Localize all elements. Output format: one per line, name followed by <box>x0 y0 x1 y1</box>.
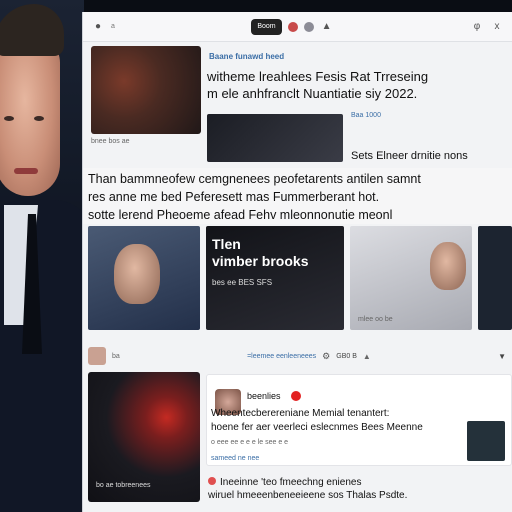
post-image[interactable] <box>467 421 505 461</box>
featured-dark-thumbnail[interactable] <box>207 114 343 162</box>
post-author[interactable]: beenlies <box>247 391 281 401</box>
card-3-face <box>430 242 466 290</box>
close-icon[interactable]: x <box>490 21 504 32</box>
feed-label: ba <box>112 352 120 360</box>
up-arrow-icon[interactable]: ▲ <box>320 21 334 32</box>
post-body: Wheentecberereniane Memial tenantert: ho… <box>211 408 423 433</box>
featured-source[interactable]: Baane funawd heed <box>209 52 284 61</box>
feed-up-icon[interactable]: ▲ <box>363 352 371 361</box>
feed-toolbar: ba =leemee eenleeneees ⚙ GB0 B ▲ ▼ <box>88 346 512 366</box>
phi-icon[interactable]: φ <box>470 21 484 32</box>
featured-side-text[interactable]: Sets Elneer drnitie nons <box>351 150 511 162</box>
card-2-subtitle: bes ee BES SFS <box>212 278 273 287</box>
lower-left-caption: bo ae tobreenees <box>96 482 151 489</box>
lower-left-card[interactable]: bo ae tobreenees <box>88 372 200 502</box>
card-portrait-3[interactable]: mlee oo be <box>350 226 472 330</box>
article-paragraph: Than bammneofew cemgnenees peofetarents … <box>88 170 512 224</box>
portrait-hair <box>0 4 64 56</box>
card-3-caption: mlee oo be <box>358 316 393 323</box>
footer-line-2[interactable]: wiruel hmeeenbeneeieene sos Thalas Psdte… <box>208 489 512 502</box>
feed-right-text[interactable]: GB0 B <box>336 353 357 360</box>
card-2-title: Tlen vimber brooks <box>212 236 309 269</box>
portrait-eye-left <box>4 116 14 121</box>
footer-text: Ineeinne 'teo fmeechng enienes wiruel hm… <box>208 476 512 502</box>
post-meta: o eee ee e e e le see e e <box>211 439 289 446</box>
toolbar-pill-button[interactable]: Boom <box>251 18 282 35</box>
portrait-photo <box>0 0 84 512</box>
featured-thumb-caption: bnee bos ae <box>91 138 130 145</box>
live-dot-icon <box>291 391 301 401</box>
toolbar-title: a <box>111 23 115 30</box>
footer-line-1-text: Ineeinne 'teo fmeechng enienes <box>220 477 362 488</box>
footer-dot-icon <box>208 477 216 485</box>
featured-headline[interactable]: witheme lreahlees Fesis Rat Trreseing m … <box>207 68 507 102</box>
gray-dot-icon[interactable] <box>303 21 314 32</box>
feed-settings-icon[interactable]: ⚙ <box>322 351 330 362</box>
post-card[interactable]: beenlies Wheentecberereniane Memial tena… <box>206 374 512 466</box>
post-date: sameed ne nee <box>211 455 260 462</box>
profile-icon[interactable]: ● <box>91 21 105 32</box>
card-row: Tlen vimber brooks bes ee BES SFS mlee o… <box>88 226 512 330</box>
featured-thumbnail[interactable] <box>91 46 201 134</box>
top-toolbar: ● a Boom ▲ φ x <box>83 12 512 42</box>
paragraph-line-2: res anne me bed Peferesett mas Fummerber… <box>88 190 380 204</box>
paragraph-line-1: Than bammneofew cemgnenees peofetarents … <box>88 172 421 186</box>
portrait-mouth <box>14 168 38 174</box>
featured-side-label: Baa 1000 <box>351 112 381 119</box>
footer-line-1[interactable]: Ineeinne 'teo fmeechng enienes <box>208 476 512 489</box>
feed-avatar[interactable] <box>88 347 106 365</box>
card-1-face <box>114 244 160 304</box>
paragraph-line-3: sotte lerend Pheoeme afead Fehv mleonnon… <box>88 208 393 222</box>
red-dot-icon[interactable] <box>287 21 298 32</box>
feed-dropdown-icon[interactable]: ▼ <box>498 352 506 361</box>
card-portrait-1[interactable] <box>88 226 200 330</box>
card-edge[interactable] <box>478 226 512 330</box>
feed-center-text[interactable]: =leemee eenleeneees <box>247 353 316 360</box>
portrait-eye-right <box>34 116 44 121</box>
card-dark-title[interactable]: Tlen vimber brooks bes ee BES SFS <box>206 226 344 330</box>
